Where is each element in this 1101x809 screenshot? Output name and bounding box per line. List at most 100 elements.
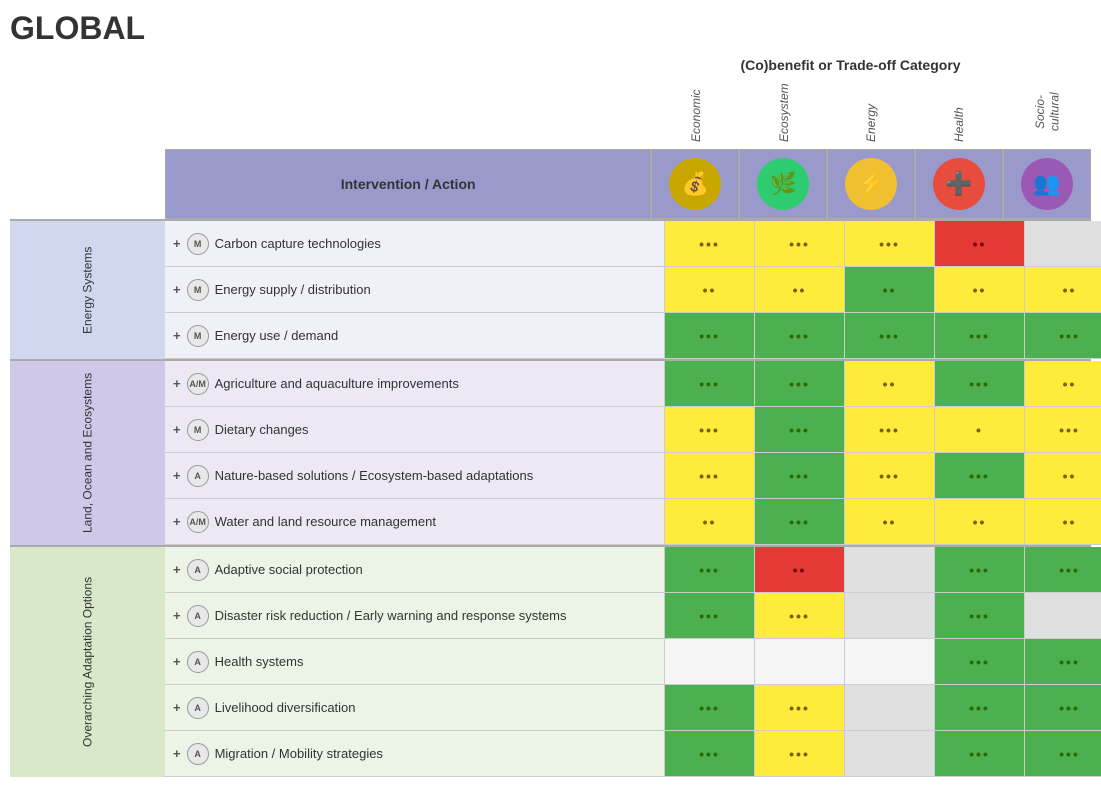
data-cell xyxy=(845,547,935,592)
table-row: +ALivelihood diversification•••••••••••• xyxy=(165,685,1101,731)
data-cell: ••• xyxy=(755,731,845,776)
data-cell xyxy=(845,593,935,638)
data-cell: •• xyxy=(935,221,1025,266)
table-row: +MCarbon capture technologies••••••••••• xyxy=(165,221,1101,267)
dots: ••• xyxy=(789,376,810,392)
data-cell: •• xyxy=(665,267,755,312)
dots: ••• xyxy=(1059,422,1080,438)
dots: ••• xyxy=(699,608,720,624)
badge: A/M xyxy=(187,373,209,395)
icon-sociocultural: 👥 xyxy=(1003,149,1091,219)
dots: ••• xyxy=(1059,700,1080,716)
action-cell: +AHealth systems xyxy=(165,639,665,684)
main-table: Intervention / Action 💰 🌿 ⚡ ➕ 👥 Energy S… xyxy=(10,149,1091,777)
section-label-0: Energy Systems xyxy=(10,221,165,359)
badge: A xyxy=(187,651,209,673)
section-1: Land, Ocean and Ecosystems+A/MAgricultur… xyxy=(10,359,1091,545)
action-cell: +ADisaster risk reduction / Early warnin… xyxy=(165,593,665,638)
action-text: Livelihood diversification xyxy=(215,700,356,715)
health-icon: ➕ xyxy=(933,158,985,210)
data-cell: ••• xyxy=(665,221,755,266)
action-text: Dietary changes xyxy=(215,422,309,437)
action-text: Disaster risk reduction / Early warning … xyxy=(215,608,567,623)
data-cell: ••• xyxy=(1025,313,1101,358)
dots: ••• xyxy=(699,328,720,344)
plus-sign: + xyxy=(173,236,181,251)
table-row: + A Nature-based solutions / Ecosystem-bas… xyxy=(165,453,1101,499)
icon-economic: 💰 xyxy=(651,149,739,219)
dots: •• xyxy=(1063,468,1077,484)
data-cell: •• xyxy=(845,361,935,406)
action-text: Energy use / demand xyxy=(215,328,339,343)
plus-sign: + xyxy=(173,700,181,715)
action-cell: +MEnergy supply / distribution xyxy=(165,267,665,312)
table-row: +MEnergy supply / distribution•••••••••• xyxy=(165,267,1101,313)
action-text: Carbon capture technologies xyxy=(215,236,381,251)
action-text: Energy supply / distribution xyxy=(215,282,371,297)
data-cell: ••• xyxy=(755,593,845,638)
badge: A xyxy=(187,605,209,627)
page-container: GLOBAL (Co)benefit or Trade-off Category… xyxy=(10,10,1091,777)
dots: ••• xyxy=(699,422,720,438)
data-cell: ••• xyxy=(755,453,845,498)
col-header-economic: Economic xyxy=(652,80,740,144)
plus-sign: + xyxy=(173,422,181,437)
data-cell: •• xyxy=(1025,361,1101,406)
data-cell: ••• xyxy=(755,499,845,544)
column-headers: Economic Ecosystem Energy Health Socio-c… xyxy=(165,80,1091,144)
dots: ••• xyxy=(699,376,720,392)
data-cell xyxy=(845,639,935,684)
plus-sign: + xyxy=(173,468,181,483)
action-cell: +AMigration / Mobility strategies xyxy=(165,731,665,776)
data-cell: ••• xyxy=(755,361,845,406)
data-cell: •• xyxy=(755,267,845,312)
dots: ••• xyxy=(969,562,990,578)
dots: ••• xyxy=(879,468,900,484)
data-cell: •• xyxy=(665,499,755,544)
plus-sign: + xyxy=(173,514,181,529)
table-row: +A/MWater and land resource management••… xyxy=(165,499,1101,545)
action-cell: +MCarbon capture technologies xyxy=(165,221,665,266)
badge: A xyxy=(187,465,209,487)
section-rows-0: +MCarbon capture technologies•••••••••••… xyxy=(165,221,1101,359)
action-text: Health systems xyxy=(215,654,304,669)
dots: • xyxy=(976,422,983,438)
data-cell: •• xyxy=(755,547,845,592)
economic-icon: 💰 xyxy=(669,158,721,210)
section-rows-1: +A/MAgriculture and aquaculture improvem… xyxy=(165,361,1101,545)
dots: •• xyxy=(1063,282,1077,298)
dots: ••• xyxy=(789,514,810,530)
data-cell: •• xyxy=(845,499,935,544)
dots: ••• xyxy=(879,422,900,438)
icon-ecosystem: 🌿 xyxy=(739,149,827,219)
col-header-energy: Energy xyxy=(828,80,916,144)
action-text: Nature-based solutions / Ecosystem-based… xyxy=(215,468,534,483)
header-row: Intervention / Action 💰 🌿 ⚡ ➕ 👥 xyxy=(165,149,1091,219)
dots: ••• xyxy=(969,700,990,716)
data-cell: ••• xyxy=(845,407,935,452)
dots: ••• xyxy=(789,422,810,438)
dots: ••• xyxy=(1059,328,1080,344)
dots: ••• xyxy=(699,562,720,578)
dots: ••• xyxy=(699,700,720,716)
data-cell: ••• xyxy=(935,731,1025,776)
data-cell: ••• xyxy=(935,453,1025,498)
dots: ••• xyxy=(879,328,900,344)
col-header-ecosystem: Ecosystem xyxy=(740,80,828,144)
action-cell: +MEnergy use / demand xyxy=(165,313,665,358)
intervention-action-header: Intervention / Action xyxy=(165,149,651,219)
action-cell: + A Nature-based solutions / Ecosystem-bas… xyxy=(165,453,665,498)
dots: ••• xyxy=(699,468,720,484)
data-cell: ••• xyxy=(845,221,935,266)
data-cell: ••• xyxy=(935,685,1025,730)
table-row: +AAdaptive social protection••••••••••• xyxy=(165,547,1101,593)
badge: A xyxy=(187,743,209,765)
plus-sign: + xyxy=(173,376,181,391)
data-cell: ••• xyxy=(935,547,1025,592)
data-cell: •• xyxy=(1025,453,1101,498)
section-rows-2: +AAdaptive social protection•••••••••••+… xyxy=(165,547,1101,777)
data-cell: ••• xyxy=(845,453,935,498)
data-cell: ••• xyxy=(665,453,755,498)
data-cell: ••• xyxy=(755,407,845,452)
data-cell: ••• xyxy=(935,639,1025,684)
